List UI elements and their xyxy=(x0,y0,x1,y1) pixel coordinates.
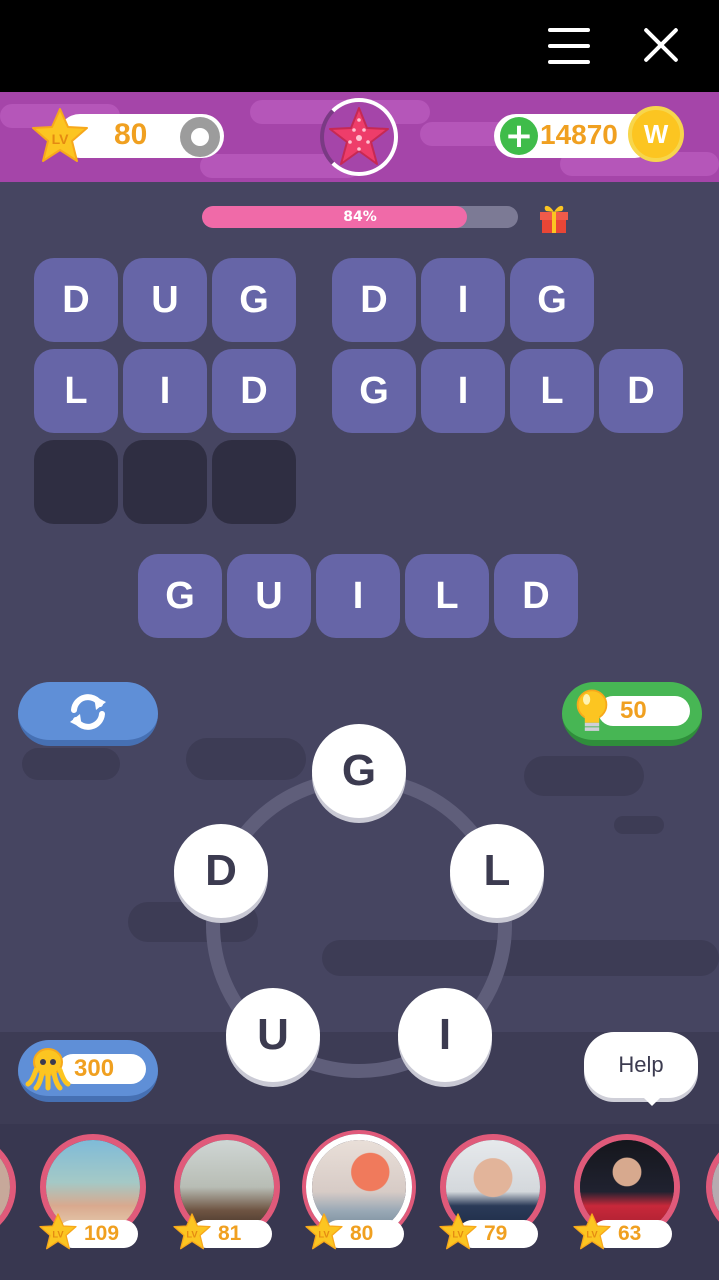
avatar xyxy=(0,1134,16,1240)
friend-1[interactable]: 109 LV xyxy=(38,1134,148,1274)
current-letter-3: I xyxy=(316,554,400,638)
word-5-letter-3 xyxy=(212,440,296,524)
friend-level: 109 xyxy=(84,1222,120,1245)
gear-icon[interactable] xyxy=(180,117,220,157)
word-3-letter-3: D xyxy=(212,349,296,433)
friend-level: 63 xyxy=(618,1222,642,1245)
lv-label: LV xyxy=(318,1229,330,1239)
word-3-letter-1: L xyxy=(34,349,118,433)
wheel-letter-u[interactable]: U xyxy=(226,988,320,1082)
wheel-letter-i[interactable]: I xyxy=(398,988,492,1082)
level-progress-bar: 84% xyxy=(202,206,518,228)
help-button[interactable]: Help xyxy=(584,1032,698,1106)
wheel-letter-d[interactable]: D xyxy=(174,824,268,918)
daily-challenge[interactable] xyxy=(320,98,398,176)
word-4-letter-3: L xyxy=(510,349,594,433)
hint-cost: 50 xyxy=(620,697,647,724)
current-letter-1: G xyxy=(138,554,222,638)
friend-4[interactable]: 79 LV xyxy=(438,1134,548,1274)
close-icon[interactable] xyxy=(640,24,682,66)
lv-star-icon: LV xyxy=(173,1213,211,1250)
progress-percent: 84% xyxy=(343,209,377,225)
plus-icon[interactable]: + xyxy=(500,117,538,155)
lightbulb-icon xyxy=(576,689,608,731)
word-1-letter-2: U xyxy=(123,258,207,342)
hint-button[interactable]: 50 xyxy=(562,682,702,746)
lv-star-icon: LV xyxy=(32,108,88,162)
lv-star-icon: LV xyxy=(439,1213,477,1250)
friend-level: 79 xyxy=(484,1222,508,1245)
gift-icon[interactable] xyxy=(538,200,570,234)
word-5-letter-1 xyxy=(34,440,118,524)
shuffle-icon xyxy=(70,694,106,730)
menu-icon[interactable] xyxy=(546,26,592,66)
lv-star-icon: LV xyxy=(305,1213,343,1250)
word-1-letter-3: G xyxy=(212,258,296,342)
lv-label: LV xyxy=(52,1229,64,1239)
lv-label: LV xyxy=(186,1229,198,1239)
current-letter-4: L xyxy=(405,554,489,638)
octopus-icon xyxy=(25,1048,71,1091)
friend-partial-right[interactable] xyxy=(704,1134,719,1274)
lv-label: LV xyxy=(586,1229,598,1239)
word-4-letter-2: I xyxy=(421,349,505,433)
friends-bar: 109 LV 81 LV 80 LV 79 LV 63 LV xyxy=(0,1124,719,1280)
bonus-count: 300 xyxy=(74,1055,115,1082)
word-3-letter-2: I xyxy=(123,349,207,433)
friend-partial-left[interactable] xyxy=(0,1134,18,1274)
player-level: 80 xyxy=(114,118,148,151)
lv-star-icon: LV xyxy=(573,1213,611,1250)
friend-level: 80 xyxy=(350,1222,374,1245)
avatar xyxy=(706,1134,719,1240)
word-2-letter-2: I xyxy=(421,258,505,342)
friend-5[interactable]: 63 LV xyxy=(572,1134,682,1274)
word-5-letter-2 xyxy=(123,440,207,524)
word-2-letter-1: D xyxy=(332,258,416,342)
wheel-letter-g[interactable]: G xyxy=(312,724,406,818)
lv-label: LV xyxy=(52,131,70,147)
friend-3-me[interactable]: 80 LV xyxy=(304,1134,414,1274)
wheel-letter-l[interactable]: L xyxy=(450,824,544,918)
starfish-icon xyxy=(329,107,389,165)
friend-2[interactable]: 81 LV xyxy=(172,1134,282,1274)
lv-star-icon: LV xyxy=(39,1213,77,1250)
bonus-words-button[interactable]: 300 xyxy=(18,1040,158,1102)
coin-balance: 14870 xyxy=(540,119,618,150)
game-header: 80 LV 14870 + W xyxy=(0,92,719,182)
current-letter-2: U xyxy=(227,554,311,638)
shuffle-button[interactable] xyxy=(18,682,158,746)
word-2-letter-3: G xyxy=(510,258,594,342)
game-board: 84% D U G D I G L I D G I L D G U I L D xyxy=(0,182,719,1124)
top-bar xyxy=(0,0,719,92)
coin-icon: W xyxy=(628,106,684,162)
word-4-letter-4: D xyxy=(599,349,683,433)
friend-level: 81 xyxy=(218,1222,242,1245)
current-letter-5: D xyxy=(494,554,578,638)
lv-label: LV xyxy=(452,1229,464,1239)
word-1-letter-1: D xyxy=(34,258,118,342)
word-4-letter-1: G xyxy=(332,349,416,433)
